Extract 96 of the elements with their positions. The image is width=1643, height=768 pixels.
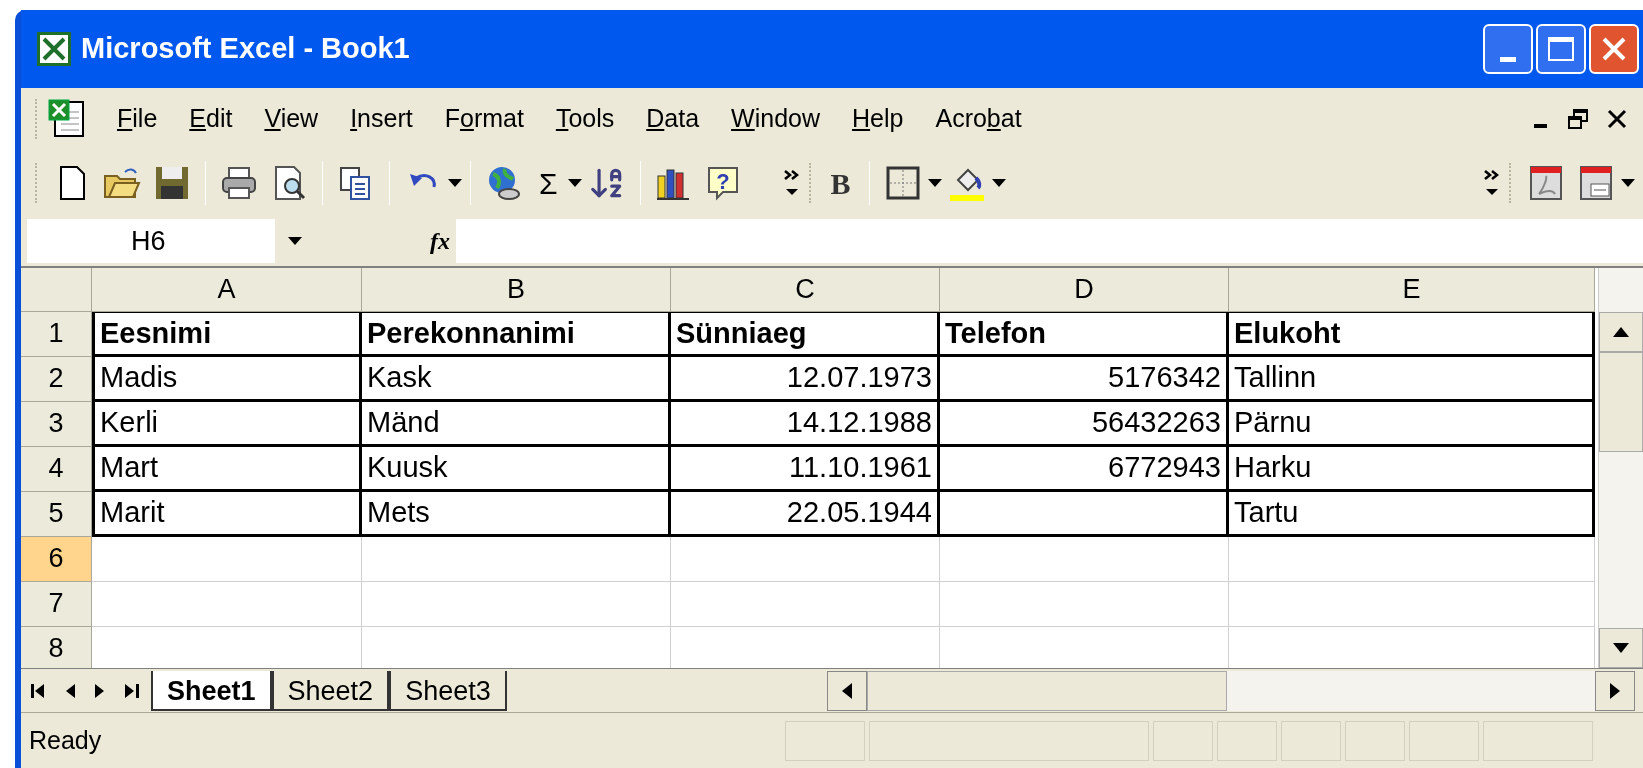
sheet-tab[interactable]: Sheet1 — [151, 670, 272, 711]
spreadsheet-app-icon — [37, 32, 71, 66]
table-cell: 6772943 — [940, 447, 1229, 492]
first-sheet-icon[interactable] — [31, 682, 45, 699]
table-cell: Madis — [92, 357, 362, 402]
column-header[interactable]: A — [92, 268, 362, 312]
name-box[interactable]: H6 — [27, 219, 275, 263]
menu-item[interactable]: View — [248, 97, 335, 141]
left-arrow-icon — [841, 682, 852, 699]
undo-caret-icon[interactable] — [448, 179, 462, 187]
scroll-up-button[interactable] — [1599, 312, 1643, 352]
table-cell: Kerli — [92, 402, 362, 447]
table-cell: Eesnimi — [92, 312, 362, 357]
name-box-caret-icon[interactable] — [288, 237, 302, 245]
table-cell: 22.05.1944 — [671, 492, 940, 537]
table-cell: Marit — [92, 492, 362, 537]
save-icon[interactable] — [153, 164, 191, 202]
table-cell: Kask — [362, 357, 671, 402]
close-button[interactable] — [1589, 24, 1639, 74]
table-cell: 56432263 — [940, 402, 1229, 447]
table-cell: Harku — [1229, 447, 1595, 492]
more-chevron-icon[interactable] — [782, 169, 801, 197]
printer-icon[interactable] — [220, 164, 258, 202]
status-panel — [1409, 720, 1479, 761]
table-cell: Mets — [362, 492, 671, 537]
right-arrow-icon — [1610, 682, 1620, 699]
pdf-document-icon[interactable] — [1527, 164, 1565, 202]
row-header[interactable]: 7 — [21, 582, 92, 627]
row-header[interactable]: 2 — [21, 357, 92, 402]
table-cell: 12.07.1973 — [671, 357, 940, 402]
menu-item[interactable]: Format — [428, 97, 540, 141]
insert-function-button[interactable]: fx — [430, 223, 450, 259]
menu-item[interactable]: File — [101, 97, 174, 141]
row-header[interactable]: 8 — [21, 627, 92, 668]
autosum-caret-icon[interactable] — [567, 179, 582, 187]
menu-item[interactable]: Edit — [173, 97, 249, 141]
down-arrow-icon — [1613, 643, 1629, 653]
horizontal-scroll-thumb[interactable] — [866, 670, 1227, 711]
menu-item[interactable]: Acrobat — [919, 97, 1038, 141]
menu-item[interactable]: Help — [836, 97, 920, 141]
minimize-button[interactable] — [1483, 24, 1533, 74]
close-icon[interactable] — [1607, 109, 1627, 129]
scroll-right-button[interactable] — [1595, 670, 1635, 711]
bold-button[interactable]: B — [820, 160, 861, 206]
table-cell: Perekonnanimi — [362, 312, 671, 357]
menu-item[interactable]: Window — [715, 97, 836, 141]
last-sheet-icon[interactable] — [125, 682, 139, 699]
table-cell: Mart — [92, 447, 362, 492]
column-header[interactable]: E — [1229, 268, 1595, 312]
status-panel — [1345, 720, 1405, 761]
scroll-left-button[interactable] — [826, 670, 867, 711]
scroll-down-button[interactable] — [1599, 628, 1643, 668]
next-sheet-icon[interactable] — [95, 682, 105, 699]
restore-icon[interactable] — [1567, 108, 1589, 130]
menu-item[interactable]: Data — [630, 97, 716, 141]
sheet-tab[interactable]: Sheet2 — [271, 670, 390, 711]
table-cell: Kuusk — [362, 447, 671, 492]
autosum-button[interactable]: Σ — [539, 160, 558, 206]
workbook-icon[interactable] — [47, 98, 87, 140]
close-x-icon — [1600, 35, 1628, 63]
menu-item[interactable]: Tools — [539, 97, 631, 141]
more-chevron-icon[interactable] — [1483, 169, 1501, 197]
row-header[interactable]: 1 — [21, 312, 92, 357]
table-cell: 14.12.1988 — [671, 402, 940, 447]
table-cell: Tallinn — [1229, 357, 1595, 402]
table-cell: Tartu — [1229, 492, 1595, 537]
up-arrow-icon — [1613, 327, 1629, 337]
table-cell: Elukoht — [1229, 312, 1595, 357]
formula-input[interactable] — [456, 219, 1643, 263]
row-header[interactable]: 3 — [21, 402, 92, 447]
pdf-form-icon[interactable] — [1577, 164, 1615, 202]
fill-color-caret-icon[interactable] — [991, 179, 1006, 187]
maximize-button[interactable] — [1536, 24, 1586, 74]
column-header[interactable]: C — [671, 268, 940, 312]
row-header[interactable]: 6 — [21, 537, 92, 582]
table-cell: Mänd — [362, 402, 671, 447]
sheet-tab[interactable]: Sheet3 — [389, 670, 507, 711]
status-panel — [1217, 720, 1277, 761]
menu-item[interactable]: Insert — [334, 97, 429, 141]
column-header[interactable]: D — [940, 268, 1229, 312]
scroll-thumb[interactable] — [1599, 352, 1643, 452]
row-header[interactable]: 4 — [21, 447, 92, 492]
table-cell: Pärnu — [1229, 402, 1595, 447]
status-text: Ready — [29, 724, 102, 756]
pdf-caret-icon[interactable] — [1621, 179, 1635, 187]
table-cell: 11.10.1961 — [671, 447, 940, 492]
window-title: Microsoft Excel - Book1 — [81, 31, 410, 67]
table-cell: Telefon — [940, 312, 1229, 357]
table-cell: Sünniaeg — [671, 312, 940, 357]
previous-sheet-icon[interactable] — [65, 682, 75, 699]
status-panel — [1153, 720, 1213, 761]
status-panel — [1281, 720, 1341, 761]
column-header[interactable]: B — [362, 268, 671, 312]
borders-caret-icon[interactable] — [927, 179, 942, 187]
row-header[interactable]: 5 — [21, 492, 92, 537]
table-cell: 5176342 — [940, 357, 1229, 402]
